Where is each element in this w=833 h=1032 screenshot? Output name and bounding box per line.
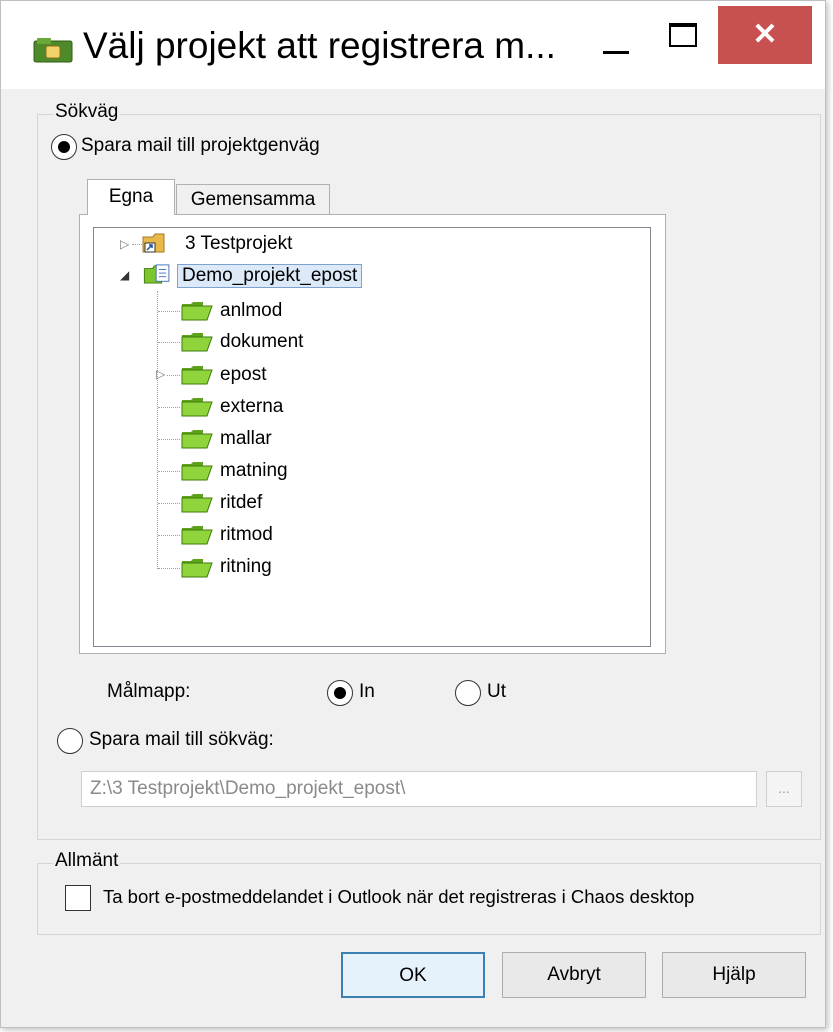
- tab-egna[interactable]: Egna: [87, 179, 175, 215]
- project-folder-icon: [143, 264, 170, 284]
- ok-button[interactable]: OK: [341, 952, 485, 998]
- target-in-label[interactable]: In: [359, 681, 375, 703]
- path-group-legend: Sökväg: [53, 101, 121, 123]
- tree-connector: [158, 535, 180, 536]
- tree-node-label[interactable]: dokument: [220, 331, 303, 353]
- tree-connector: [158, 407, 180, 408]
- tab-gemensamma[interactable]: Gemensamma: [176, 184, 330, 215]
- tree-connector: [158, 471, 180, 472]
- save-to-path-label[interactable]: Spara mail till sökväg:: [89, 729, 274, 751]
- help-button[interactable]: Hjälp: [662, 952, 806, 998]
- target-out-label[interactable]: Ut: [487, 681, 506, 703]
- folder-icon: [181, 430, 213, 449]
- collapse-arrow-icon[interactable]: ◢: [120, 268, 129, 282]
- tree-connector: [158, 311, 180, 312]
- dialog-window: Välj projekt att registrera m... ✕ Sökvä…: [0, 0, 826, 1028]
- tree-connector: [158, 568, 180, 569]
- tree-node-label[interactable]: 3 Testprojekt: [185, 233, 292, 255]
- project-tree[interactable]: [93, 227, 651, 647]
- window-title: Välj projekt att registrera m...: [83, 25, 556, 66]
- save-to-shortcut-label[interactable]: Spara mail till projektgenväg: [81, 135, 320, 157]
- cancel-button[interactable]: Avbryt: [502, 952, 646, 998]
- general-group-legend: Allmänt: [53, 850, 121, 872]
- project-shortcut-icon: [142, 233, 165, 253]
- tree-connector: [157, 291, 158, 569]
- tree-node-label[interactable]: matning: [220, 460, 288, 482]
- folder-icon: [181, 526, 213, 545]
- expand-arrow-icon[interactable]: ▷: [156, 367, 165, 381]
- delete-email-label[interactable]: Ta bort e-postmeddelandet i Outlook när …: [103, 886, 694, 908]
- tree-node-label[interactable]: ritmod: [220, 524, 273, 546]
- folder-icon: [181, 559, 213, 578]
- target-in-radio[interactable]: [327, 680, 353, 706]
- tree-node-label[interactable]: externa: [220, 396, 283, 418]
- target-out-radio[interactable]: [455, 680, 481, 706]
- folder-icon: [181, 398, 213, 417]
- target-folder-label: Målmapp:: [107, 681, 191, 702]
- save-to-path-radio[interactable]: [57, 728, 83, 754]
- tree-node-label-selected[interactable]: Demo_projekt_epost: [177, 264, 363, 288]
- tab-gemensamma-label: Gemensamma: [190, 189, 316, 210]
- tab-egna-label: Egna: [108, 186, 154, 207]
- tree-node-label[interactable]: ritdef: [220, 492, 262, 514]
- path-input[interactable]: Z:\3 Testprojekt\Demo_projekt_epost\: [81, 771, 757, 807]
- folder-icon: [181, 302, 213, 321]
- tree-node-label[interactable]: ritning: [220, 556, 272, 578]
- expand-arrow-icon[interactable]: ▷: [120, 237, 129, 251]
- minimize-button[interactable]: [593, 15, 641, 63]
- tree-connector: [158, 503, 180, 504]
- folder-icon: [181, 366, 213, 385]
- chaos-app-icon: [33, 38, 73, 63]
- tree-node-label[interactable]: anlmod: [220, 300, 282, 322]
- tree-node-label[interactable]: mallar: [220, 428, 272, 450]
- title-bar[interactable]: Välj projekt att registrera m... ✕: [1, 1, 825, 89]
- close-icon: ✕: [752, 18, 778, 51]
- tree-connector: [167, 375, 180, 376]
- tree-node-label[interactable]: epost: [220, 364, 266, 386]
- save-to-shortcut-radio[interactable]: [51, 134, 77, 160]
- maximize-button[interactable]: [659, 15, 707, 63]
- browse-button[interactable]: ...: [766, 771, 802, 807]
- folder-icon: [181, 462, 213, 481]
- folder-icon: [181, 494, 213, 513]
- tree-connector: [158, 342, 180, 343]
- delete-email-checkbox[interactable]: [65, 885, 91, 911]
- tree-connector: [158, 439, 180, 440]
- folder-icon: [181, 333, 213, 352]
- close-button[interactable]: ✕: [718, 6, 812, 64]
